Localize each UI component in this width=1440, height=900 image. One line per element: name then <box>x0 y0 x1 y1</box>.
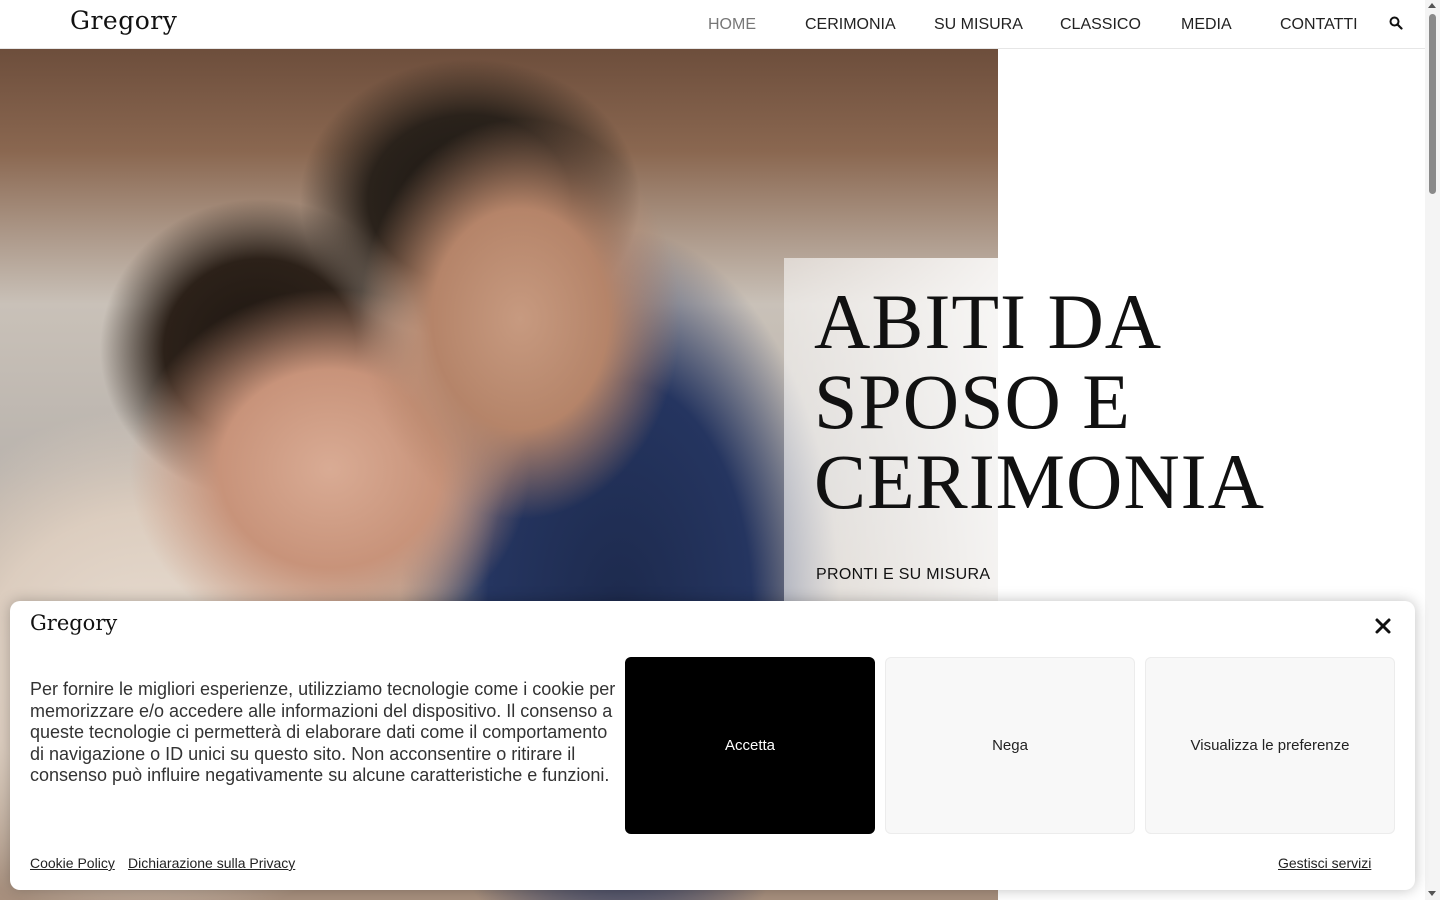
privacy-statement-link[interactable]: Dichiarazione sulla Privacy <box>128 855 295 871</box>
cookie-banner-logo: Gregory <box>30 611 118 635</box>
search-icon[interactable] <box>1389 16 1405 32</box>
nav-item-media[interactable]: MEDIA <box>1181 16 1232 34</box>
site-logo[interactable]: Gregory <box>70 6 177 35</box>
cookie-banner: Gregory Per fornire le migliori esperien… <box>10 601 1415 890</box>
hero-title: ABITI DA SPOSO E CERIMONIA <box>814 282 1374 522</box>
hero-title-line-3: CERIMONIA <box>814 438 1265 525</box>
scroll-down-arrow-icon[interactable] <box>1428 891 1436 896</box>
nav-item-cerimonia[interactable]: CERIMONIA <box>805 16 896 34</box>
page-scrollbar[interactable] <box>1425 0 1440 900</box>
close-icon[interactable] <box>1373 616 1393 636</box>
nav-item-su-misura[interactable]: SU MISURA <box>934 16 1023 34</box>
cookie-consent-text: Per fornire le migliori esperienze, util… <box>30 679 616 785</box>
scroll-thumb[interactable] <box>1429 14 1436 194</box>
view-preferences-button[interactable]: Visualizza le preferenze <box>1145 657 1395 834</box>
site-header: Gregory HOME CERIMONIA SU MISURA CLASSIC… <box>0 0 1425 49</box>
cookie-policy-link[interactable]: Cookie Policy <box>30 855 115 871</box>
nav-item-classico[interactable]: CLASSICO <box>1060 16 1141 34</box>
scroll-up-arrow-icon[interactable] <box>1428 3 1436 8</box>
manage-services-link[interactable]: Gestisci servizi <box>1278 855 1371 871</box>
accept-button[interactable]: Accetta <box>625 657 875 834</box>
nav-item-contatti[interactable]: CONTATTI <box>1280 16 1358 34</box>
hero-subtitle: PRONTI E SU MISURA <box>816 566 991 583</box>
deny-button[interactable]: Nega <box>885 657 1135 834</box>
nav-item-home[interactable]: HOME <box>708 16 756 34</box>
hero-title-line-1: ABITI DA <box>814 278 1163 365</box>
hero-title-line-2: SPOSO E <box>814 358 1131 445</box>
